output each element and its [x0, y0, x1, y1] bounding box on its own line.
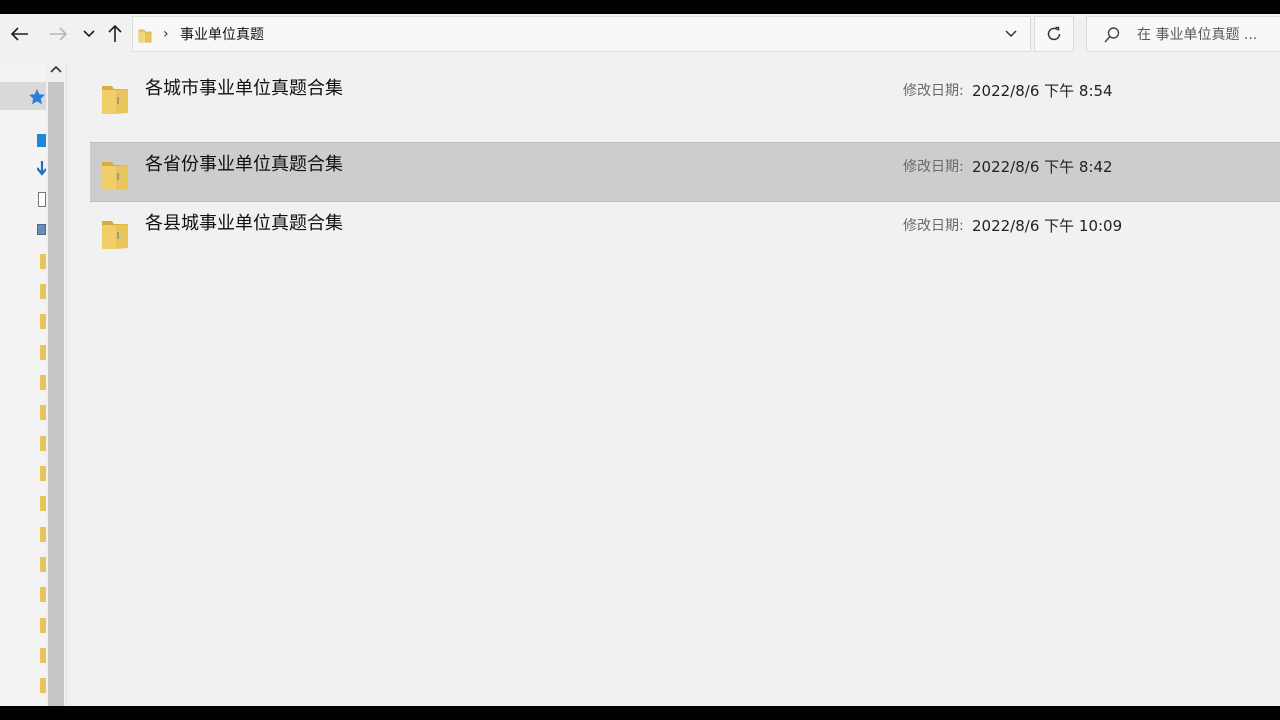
star-icon[interactable] [28, 88, 46, 106]
folder-row[interactable]: 各城市事业单位真题合集 修改日期: 2022/8/6 下午 8:54 [90, 67, 1280, 127]
folder-icon [102, 221, 128, 249]
back-arrow-icon [11, 27, 28, 41]
chevron-up-icon[interactable] [50, 64, 62, 74]
forward-arrow-icon [50, 27, 67, 41]
folder-row[interactable]: 各县城事业单位真题合集 修改日期: 2022/8/6 下午 10:09 [90, 202, 1280, 262]
date-modified-label: 修改日期: [903, 218, 964, 234]
folder-icon [102, 162, 128, 190]
navigation-bar: › 事业单位真题 在 事业单位真题 ... [0, 14, 1280, 54]
file-explorer-window: › 事业单位真题 在 事业单位真题 ... 各城市事业单位真题合集 修改日期: … [0, 14, 1280, 706]
chevron-down-icon[interactable] [1004, 27, 1018, 41]
back-button[interactable] [7, 19, 33, 49]
documents-icon[interactable] [38, 192, 46, 207]
breadcrumb-separator[interactable]: › [163, 26, 169, 42]
navigation-pane-scrollbar[interactable] [46, 62, 66, 706]
folder-icon [102, 86, 128, 114]
desktop-icon[interactable] [37, 134, 46, 147]
pictures-icon[interactable] [37, 224, 46, 235]
chevron-down-icon [83, 30, 95, 38]
up-button[interactable] [102, 19, 128, 49]
date-modified-value: 2022/8/6 下午 8:42 [972, 158, 1113, 176]
search-placeholder[interactable]: 在 事业单位真题 ... [1137, 26, 1257, 44]
date-modified-label: 修改日期: [903, 159, 964, 175]
search-box[interactable]: 在 事业单位真题 ... [1086, 16, 1280, 52]
file-list: 各城市事业单位真题合集 修改日期: 2022/8/6 下午 8:54 各省份事业… [67, 54, 1280, 706]
forward-button[interactable] [45, 19, 71, 49]
folder-name: 各城市事业单位真题合集 [145, 78, 343, 99]
search-icon [1104, 27, 1120, 43]
folder-name: 各省份事业单位真题合集 [145, 154, 343, 175]
folder-row[interactable]: 各省份事业单位真题合集 修改日期: 2022/8/6 下午 8:42 [90, 142, 1280, 202]
date-modified-value: 2022/8/6 下午 8:54 [972, 82, 1113, 100]
refresh-button[interactable] [1034, 16, 1074, 52]
navigation-pane [0, 62, 46, 706]
recent-locations-button[interactable] [76, 19, 102, 49]
address-bar[interactable]: › 事业单位真题 [132, 16, 1031, 52]
up-arrow-icon [108, 25, 122, 42]
date-modified-value: 2022/8/6 下午 10:09 [972, 217, 1123, 235]
download-icon[interactable] [37, 161, 46, 177]
breadcrumb-current-folder[interactable]: 事业单位真题 [180, 26, 264, 44]
date-modified-label: 修改日期: [903, 83, 964, 99]
folder-name: 各县城事业单位真题合集 [145, 213, 343, 234]
refresh-icon [1047, 26, 1061, 41]
scrollbar-thumb[interactable] [48, 82, 64, 706]
folder-icon [138, 29, 152, 43]
